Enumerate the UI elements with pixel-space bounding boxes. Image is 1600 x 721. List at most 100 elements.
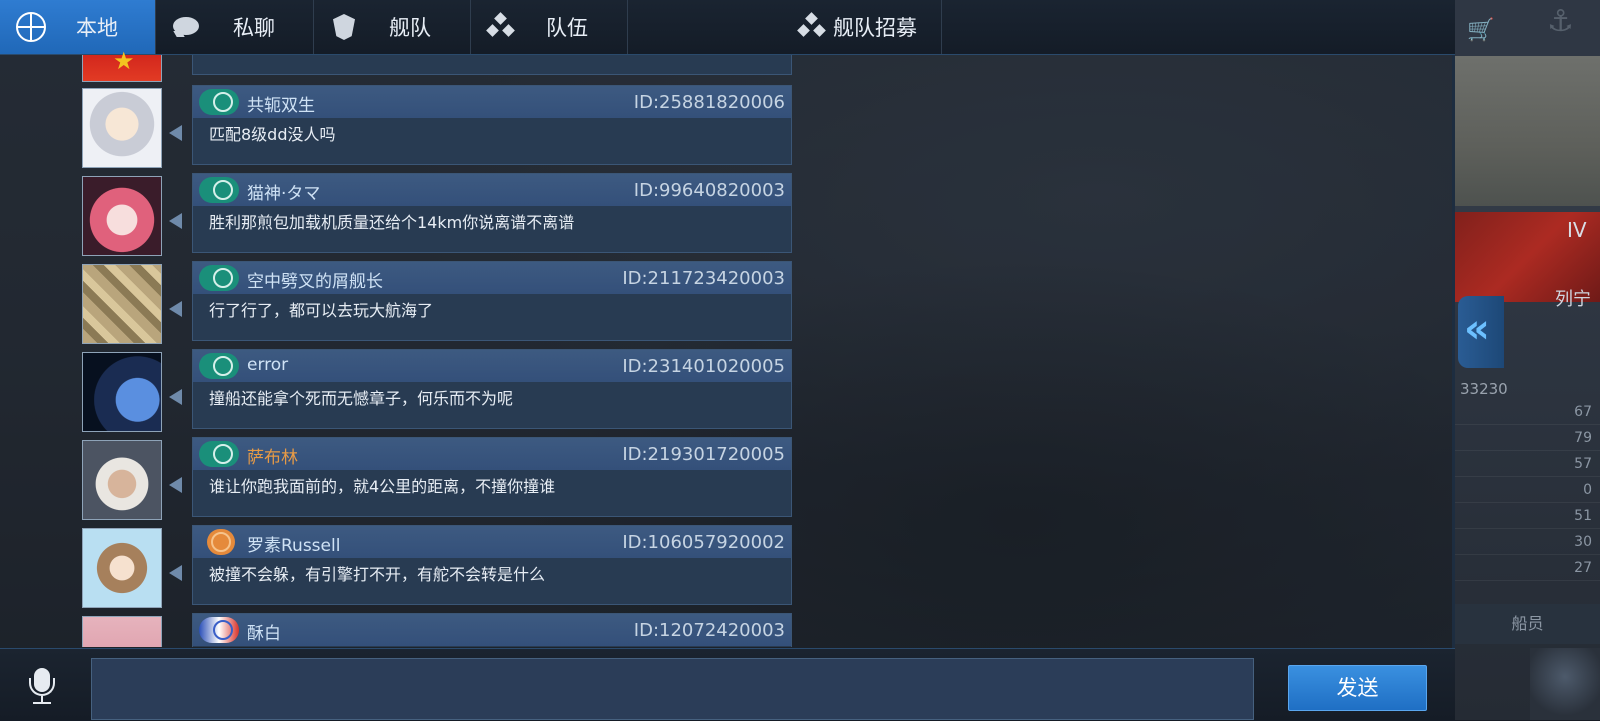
- message-pointer: [169, 125, 182, 141]
- sender-name[interactable]: 共轭双生: [247, 91, 315, 116]
- message-pointer: [169, 301, 182, 317]
- sender-name[interactable]: 酥白: [247, 619, 281, 644]
- recruit-icon: [797, 12, 827, 40]
- fleet-badge-icon: [199, 441, 239, 467]
- stat-value: 27: [1574, 560, 1592, 576]
- sender-name[interactable]: 猫神·タマ: [247, 179, 320, 204]
- captain-portrait[interactable]: [1530, 648, 1600, 720]
- tab-private-chat[interactable]: 私聊: [155, 0, 314, 54]
- message-header: error ID:231401020005: [193, 350, 791, 382]
- chat-message: 酥白 ID:12072420003: [0, 613, 810, 647]
- stat-value: 0: [1583, 482, 1592, 498]
- message-header: 共轭双生 ID:25881820006: [193, 86, 791, 118]
- ship-stat-row: 79: [1455, 428, 1600, 451]
- tab-fleet[interactable]: 舰队: [313, 0, 471, 54]
- chat-message: 空中劈叉的屑舰长 ID:211723420003 行了行了，都可以去玩大航海了: [0, 261, 810, 349]
- sender-id: ID:106057920002: [622, 532, 785, 553]
- tab-label: 私聊: [233, 16, 275, 40]
- avatar[interactable]: [82, 176, 162, 256]
- message-header: 萨布林 ID:219301720005: [193, 438, 791, 470]
- globe-icon: [16, 12, 46, 42]
- chat-message-card: 酥白 ID:12072420003: [192, 613, 792, 647]
- stat-value: 67: [1574, 404, 1592, 420]
- tab-fleet-recruit[interactable]: 舰队招募: [627, 0, 942, 54]
- fleet-badge-icon: [199, 177, 239, 203]
- sender-id: ID:211723420003: [622, 268, 785, 289]
- avatar[interactable]: [82, 352, 162, 432]
- avatar[interactable]: [82, 528, 162, 608]
- crew-button[interactable]: 船员: [1455, 604, 1600, 644]
- chat-tab-bar: 本地 私聊 舰队 队伍 舰队招募: [0, 0, 1455, 55]
- message-pointer: [169, 565, 182, 581]
- fleet-badge-icon: [199, 89, 239, 115]
- tab-label: 舰队招募: [833, 16, 917, 40]
- message-pointer: [169, 213, 182, 229]
- sender-id: ID:25881820006: [633, 92, 785, 113]
- avatar[interactable]: [82, 440, 162, 520]
- chat-message-card: 罗素Russell ID:106057920002 被撞不会躲，有引擎打不开，有…: [192, 525, 792, 605]
- message-text: 谁让你跑我面前的，就4公里的距离，不撞你撞谁: [209, 477, 556, 496]
- message-text: 胜利那煎包加载机质量还给个14km你说离谱不离谱: [209, 213, 575, 232]
- chat-bubble-icon: [173, 17, 199, 35]
- ship-stat-row: 57: [1455, 454, 1600, 477]
- sender-name[interactable]: 萨布林: [247, 443, 298, 468]
- shop-cart-icon[interactable]: 🛒: [1467, 18, 1494, 43]
- team-icon: [486, 12, 516, 40]
- ship-stat-row: 27: [1455, 558, 1600, 581]
- tab-local[interactable]: 本地: [0, 0, 156, 54]
- collapse-chat-button[interactable]: «: [1458, 296, 1504, 368]
- chat-message-card: 萨布林 ID:219301720005 谁让你跑我面前的，就4公里的距离，不撞你…: [192, 437, 792, 517]
- sender-id: ID:99640820003: [633, 180, 785, 201]
- avatar[interactable]: [82, 616, 162, 647]
- ship-tier: IV: [1567, 218, 1587, 242]
- chat-panel-border: [1452, 0, 1455, 720]
- ship-preview: [1455, 56, 1600, 206]
- double-chevron-left-icon: «: [1464, 306, 1490, 352]
- sender-name[interactable]: 罗素Russell: [247, 531, 340, 556]
- sender-name[interactable]: error: [247, 355, 288, 375]
- message-header: 酥白 ID:12072420003: [193, 614, 791, 646]
- tab-label: 舰队: [389, 16, 431, 40]
- chat-input[interactable]: [91, 658, 1254, 720]
- message-header: 猫神·タマ ID:99640820003: [193, 174, 791, 206]
- ship-name: 列宁: [1555, 289, 1591, 310]
- sender-id: ID:219301720005: [622, 444, 785, 465]
- message-text: 行了行了，都可以去玩大航海了: [209, 301, 434, 320]
- avatar[interactable]: [82, 264, 162, 344]
- chat-message-card: 共轭双生 ID:25881820006 匹配8级dd没人吗: [192, 85, 792, 165]
- tab-label: 本地: [76, 16, 118, 40]
- message-pointer: [169, 389, 182, 405]
- message-text: 被撞不会躲，有引擎打不开，有舵不会转是什么: [209, 565, 546, 584]
- stat-value: 57: [1574, 456, 1592, 472]
- sender-id: ID:12072420003: [633, 620, 785, 641]
- fleet-badge-icon: [199, 265, 239, 291]
- ship-stat-row: 0: [1455, 480, 1600, 503]
- send-button[interactable]: 发送: [1288, 665, 1427, 711]
- stat-value: 51: [1574, 508, 1592, 524]
- ship-stat-row: 30: [1455, 532, 1600, 555]
- chat-message-list[interactable]: 共轭双生 ID:25881820006 匹配8级dd没人吗 猫神·タマ ID:9…: [0, 55, 810, 647]
- tab-label: 队伍: [546, 16, 588, 40]
- fleet-badge-icon: [199, 617, 239, 643]
- ship-stat-row: 51: [1455, 506, 1600, 529]
- sender-id: ID:231401020005: [622, 356, 785, 377]
- sender-name[interactable]: 空中劈叉的屑舰长: [247, 267, 383, 292]
- stat-value: 30: [1574, 534, 1592, 550]
- stat-value: 79: [1574, 430, 1592, 446]
- fleet-shield-icon: [333, 14, 355, 40]
- chat-message-card: error ID:231401020005 撞船还能拿个死而无憾章子，何乐而不为…: [192, 349, 792, 429]
- message-pointer: [169, 477, 182, 493]
- message-header: 罗素Russell ID:106057920002: [193, 526, 791, 558]
- chat-message: 共轭双生 ID:25881820006 匹配8级dd没人吗: [0, 85, 810, 173]
- chat-message: 猫神·タマ ID:99640820003 胜利那煎包加载机质量还给个14km你说…: [0, 173, 810, 261]
- avatar[interactable]: [82, 88, 162, 168]
- ship-score: 33230: [1460, 380, 1508, 398]
- message-text: 匹配8级dd没人吗: [209, 125, 336, 144]
- fleet-badge-icon: [199, 353, 239, 379]
- message-header: 空中劈叉的屑舰长 ID:211723420003: [193, 262, 791, 294]
- tab-team[interactable]: 队伍: [470, 0, 628, 54]
- fleet-badge-icon: [207, 529, 235, 555]
- chat-message-card: 空中劈叉的屑舰长 ID:211723420003 行了行了，都可以去玩大航海了: [192, 261, 792, 341]
- microphone-icon[interactable]: [24, 668, 60, 708]
- anchor-icon[interactable]: ⚓: [1547, 4, 1574, 39]
